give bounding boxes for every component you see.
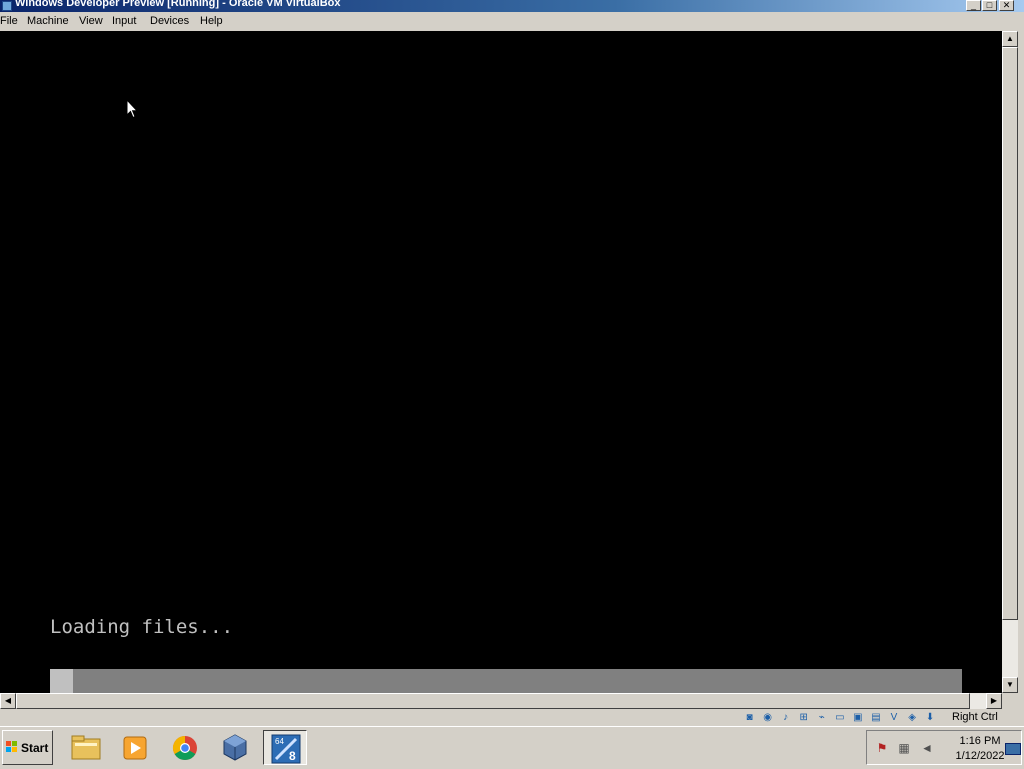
show-desktop-button[interactable] — [1005, 743, 1021, 755]
version-badge: 8 — [289, 749, 296, 763]
display-icon[interactable]: ▣ — [851, 712, 864, 724]
vertical-scroll-thumb[interactable] — [1002, 47, 1018, 620]
loading-progress-bar — [50, 669, 962, 693]
video-capture-icon[interactable]: ▤ — [869, 712, 882, 724]
network-icon[interactable]: ▦ — [897, 741, 911, 755]
usb-icon[interactable]: ⌁ — [815, 712, 828, 724]
file-explorer-icon — [71, 735, 101, 760]
scroll-right-button[interactable]: ▶ — [986, 693, 1002, 709]
windows-logo-icon — [6, 741, 18, 753]
scroll-up-button[interactable]: ▲ — [1002, 31, 1018, 47]
virtualbox-app-icon[interactable] — [2, 1, 12, 11]
arch-badge: 64 — [275, 737, 284, 746]
taskbar: Start 64 8 ⚑ ▦ ◄ 1:16 PM 1/12/2022 — [0, 726, 1024, 768]
window-border — [1018, 31, 1024, 709]
volume-icon[interactable]: ◄ — [920, 741, 934, 755]
virtualbox-icon — [223, 734, 247, 761]
taskbar-explorer-button[interactable] — [64, 730, 108, 765]
start-label: Start — [21, 741, 49, 755]
loading-progress-fill — [50, 669, 73, 693]
horizontal-scroll-thumb[interactable] — [16, 693, 970, 709]
menu-machine[interactable]: Machine — [27, 15, 69, 27]
hard-disk-icon[interactable]: ◙ — [743, 712, 756, 724]
menu-view[interactable]: View — [79, 15, 103, 27]
window-title: Windows Developer Preview [Running] - Or… — [15, 0, 341, 9]
network-icon[interactable]: ⊞ — [797, 712, 810, 724]
maximize-button[interactable]: □ — [982, 0, 997, 11]
mouse-integration-icon[interactable]: ◈ — [906, 712, 919, 724]
scroll-left-button[interactable]: ◀ — [0, 693, 16, 709]
vm-status-bar: ◙ ◉ ♪ ⊞ ⌁ ▭ ▣ ▤ V ◈ ⬇ Right Ctrl — [0, 709, 1024, 726]
chrome-icon — [172, 736, 197, 761]
menu-devices[interactable]: Devices — [150, 15, 189, 27]
windows8-vm-icon: 64 8 — [271, 734, 301, 764]
host-key-label: Right Ctrl — [952, 711, 998, 723]
audio-icon[interactable]: ♪ — [779, 712, 792, 724]
clock-date[interactable]: 1/12/2022 — [947, 750, 1013, 762]
title-bar[interactable]: Windows Developer Preview [Running] - Or… — [0, 0, 1024, 12]
clock-time[interactable]: 1:16 PM — [954, 735, 1006, 747]
virtualization-icon[interactable]: V — [888, 712, 901, 724]
menu-bar: File Machine View Input Devices Help — [0, 12, 1024, 31]
taskbar-vm-window-button[interactable]: 64 8 — [263, 730, 307, 765]
media-player-icon — [123, 736, 147, 760]
vm-display[interactable]: Loading files... — [0, 31, 1002, 693]
mouse-pointer-icon — [126, 99, 138, 119]
vertical-scrollbar[interactable]: ▲ ▼ — [1002, 31, 1018, 693]
taskbar-virtualbox-button[interactable] — [213, 730, 257, 765]
action-center-icon[interactable]: ⚑ — [875, 741, 889, 755]
start-button[interactable]: Start — [2, 730, 53, 765]
taskbar-chrome-button[interactable] — [163, 730, 207, 765]
loading-text: Loading files... — [50, 616, 234, 638]
horizontal-scrollbar[interactable]: ◀ ▶ — [0, 693, 1002, 709]
close-button[interactable]: ✕ — [999, 0, 1014, 11]
menu-file[interactable]: File — [0, 15, 18, 27]
scroll-down-button[interactable]: ▼ — [1002, 677, 1018, 693]
menu-input[interactable]: Input — [112, 15, 136, 27]
taskbar-media-player-button[interactable] — [113, 730, 157, 765]
shared-folders-icon[interactable]: ▭ — [833, 712, 846, 724]
menu-help[interactable]: Help — [200, 15, 223, 27]
keyboard-icon[interactable]: ⬇ — [924, 712, 937, 724]
optical-drive-icon[interactable]: ◉ — [761, 712, 774, 724]
system-tray: ⚑ ▦ ◄ 1:16 PM 1/12/2022 — [866, 730, 1022, 765]
minimize-button[interactable]: _ — [966, 0, 981, 11]
